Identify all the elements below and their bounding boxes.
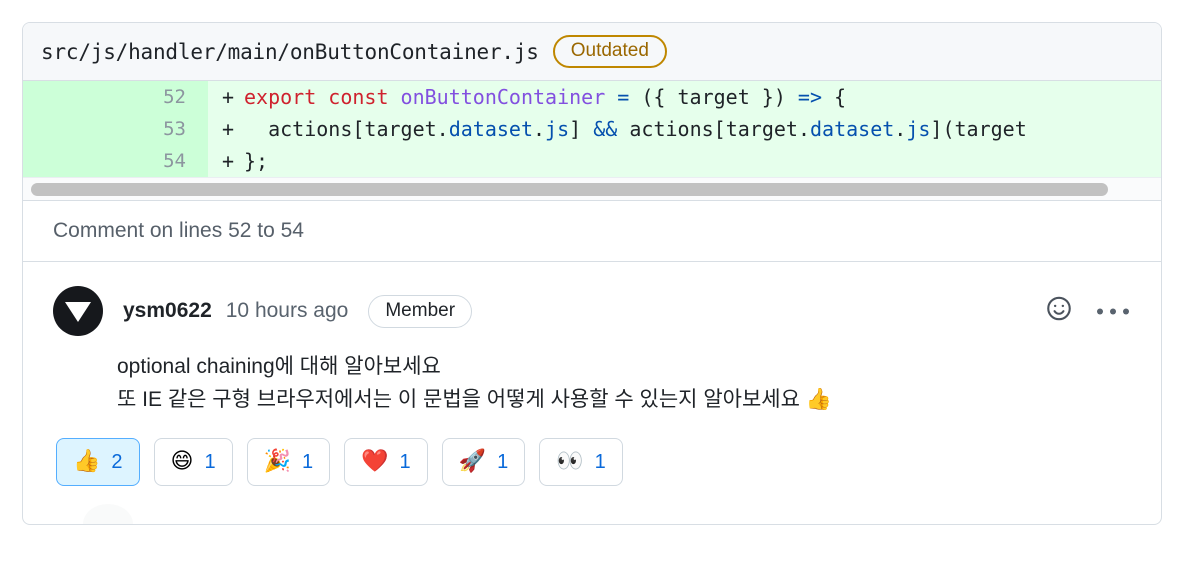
rocket-icon: 🚀 [458,449,487,474]
file-path[interactable]: src/js/handler/main/onButtonContainer.js [41,40,539,64]
thumbs-up-icon: 👍 [73,449,101,474]
reaction-laugh[interactable]: 😄 1 [153,438,233,486]
review-thread-page: src/js/handler/main/onButtonContainer.js… [0,0,1200,587]
reaction-count: 1 [399,450,411,473]
reaction-eyes[interactable]: 👀 1 [539,438,623,486]
comment-timestamp[interactable]: 10 hours ago [226,299,349,323]
diff-line[interactable]: 52 + export const onButtonContainer = ({ t… [23,81,1161,113]
avatar[interactable] [53,286,103,336]
scrollbar-thumb[interactable] [31,183,1108,196]
author-role-badge: Member [368,294,473,328]
code-token: dataset [448,117,533,141]
code-token: actions[target. [244,117,449,141]
code-token: onButtonContainer [400,85,606,109]
reaction-count: 1 [204,450,216,473]
reaction-count: 1 [302,450,314,473]
diff-line-number: 52 [23,81,208,113]
code-token: { [822,85,847,109]
comment-body: optional chaining에 대해 알아보세요또 IE 같은 구형 브라… [117,350,1131,416]
reaction-heart[interactable]: ❤️ 1 [344,438,428,486]
diff-line[interactable]: 53 + actions[target.dataset.js] && action… [23,113,1161,145]
comment-on-lines-label: Comment on lines 52 to 54 [53,219,304,242]
code-token: actions[target. [617,117,810,141]
triangle-down-icon [65,302,91,322]
diff-line[interactable]: 54 +}; [23,145,1161,177]
outdated-badge: Outdated [552,35,667,68]
code-token: js [906,117,931,141]
reaction-rocket[interactable]: 🚀 1 [441,438,526,486]
reaction-count: 2 [111,450,123,473]
code-token: && [593,117,618,141]
heart-icon: ❤️ [361,449,389,474]
diff-hunk: 52 + export const onButtonContainer = ({ t… [23,81,1161,177]
diff-rows: 52 + export const onButtonContainer = ({ t… [23,81,1161,177]
kebab-dot [1110,308,1116,314]
diff-line-code: export const onButtonContainer = ({ targ… [244,85,1161,109]
reaction-count: 1 [594,450,606,473]
comment-author[interactable]: ysm0622 [123,299,212,323]
eyes-icon: 👀 [556,449,584,474]
review-comment: ysm0622 10 hours ago Member optional cha… [23,262,1161,524]
comment-on-lines-bar: Comment on lines 52 to 54 [23,200,1161,262]
diff-line-marker: + [222,85,235,109]
laugh-icon: 😄 [170,449,194,474]
file-header: src/js/handler/main/onButtonContainer.js… [23,23,1161,81]
code-token: ](target [930,117,1027,141]
diff-horizontal-scrollbar[interactable] [23,177,1161,200]
next-comment-avatar-peek [83,504,133,524]
code-token: dataset [809,117,895,141]
reaction-count: 1 [497,450,509,473]
reaction-thumbs-up[interactable]: 👍 2 [56,438,140,486]
code-token: . [533,117,546,141]
diff-line-code: actions[target.dataset.js] && actions[ta… [244,117,1161,141]
code-token: ] [569,117,594,141]
code-token: }; [244,149,269,173]
code-token: => [797,85,823,109]
diff-line-code: }; [244,149,1161,173]
diff-line-number: 53 [23,113,208,145]
code-token: js [545,117,570,141]
kebab-dot [1097,308,1103,314]
diff-line-marker: + [222,149,235,173]
code-token: . [894,117,907,141]
kebab-dot [1123,308,1129,314]
diff-line-marker: + [222,117,235,141]
comment-header-actions [1045,295,1131,328]
hooray-icon: 🎉 [263,449,291,474]
review-thread-container: src/js/handler/main/onButtonContainer.js… [22,22,1162,525]
code-token: = [617,85,630,109]
code-token: ({ target }) [629,85,798,109]
kebab-menu-icon[interactable] [1095,304,1131,318]
comment-header: ysm0622 10 hours ago Member [53,286,1131,336]
comment-body-line: optional chaining에 대해 알아보세요 [117,355,441,378]
comment-body-line: 또 IE 같은 구형 브라우저에서는 이 문법을 어떻게 사용할 수 있는지 알… [117,388,832,411]
reaction-hooray[interactable]: 🎉 1 [246,438,331,486]
reactions-bar: 👍 2 😄 1 🎉 1 ❤️ 1 🚀 1 👀 1 [56,438,1131,494]
diff-line-number: 54 [23,145,208,177]
code-token: export const [244,85,401,109]
smiley-icon[interactable] [1045,295,1073,328]
